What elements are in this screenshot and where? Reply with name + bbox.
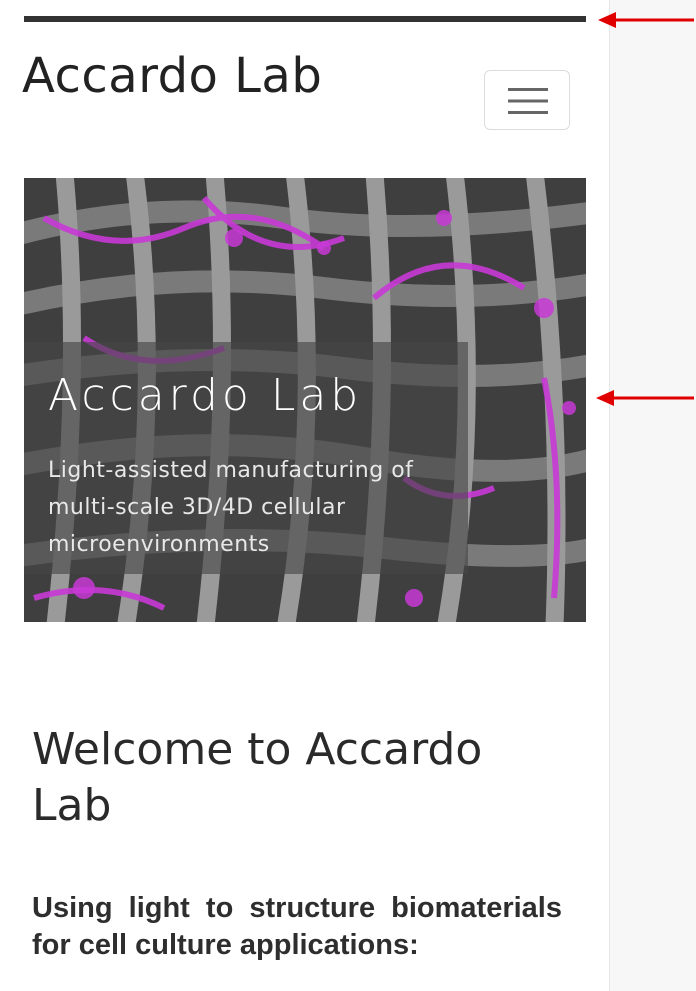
page-area: Accardo Lab Accardo Lab Light-assisted m… [0,0,696,991]
site-brand[interactable]: Accardo Lab [22,52,322,100]
navbar-toggle-button[interactable] [484,70,570,130]
hamburger-menu-icon [508,88,548,114]
mobile-viewport: Accardo Lab Accardo Lab Light-assisted m… [0,0,610,991]
top-border-bar [24,16,586,22]
welcome-heading: Welcome to Accardo Lab [32,724,483,831]
hero-title: Accardo Lab [48,370,363,421]
arrow-annotation-top [598,12,694,28]
intro-text: Using light to structure biomaterials fo… [32,892,562,961]
arrow-annotation-hero [596,390,694,406]
hero-subtitle: Light-assisted manufacturing of multi-sc… [48,458,414,557]
hero-banner: Accardo Lab Light-assisted manufacturing… [24,178,586,622]
hero-caption: Accardo Lab Light-assisted manufacturing… [24,342,468,574]
